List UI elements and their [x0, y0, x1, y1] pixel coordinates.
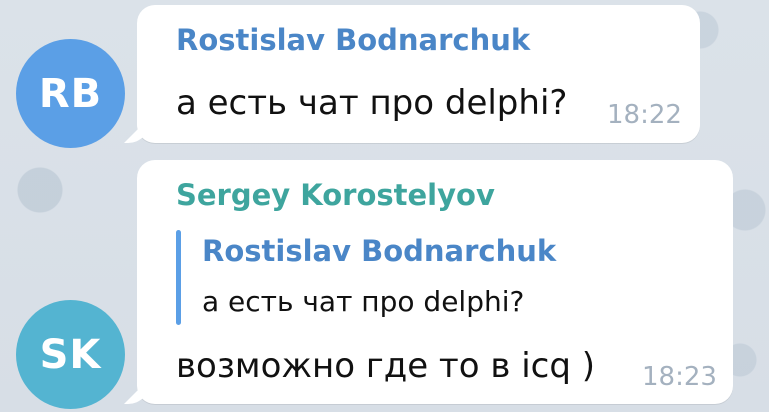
message-bubble[interactable]: Rostislav Bodnarchuk а есть чат про delp… — [137, 5, 700, 143]
message-text: возможно где то в icq ) — [176, 346, 595, 386]
avatar-rostislav-bodnarchuk[interactable]: RB — [16, 39, 125, 148]
message-text: а есть чат про delphi? — [176, 83, 568, 123]
message-sender[interactable]: Rostislav Bodnarchuk — [176, 23, 530, 57]
message-time: 18:23 — [642, 362, 717, 392]
message-time: 18:22 — [607, 100, 682, 130]
avatar-initials: RB — [38, 70, 103, 117]
reply-text: а есть чат про delphi? — [202, 285, 525, 318]
reply-accent-bar — [176, 230, 181, 325]
message-sender[interactable]: Sergey Korostelyov — [176, 178, 495, 212]
avatar-initials: SK — [39, 331, 102, 378]
message-bubble[interactable]: Sergey Korostelyov Rostislav Bodnarchuk … — [137, 160, 733, 404]
quoted-reply[interactable]: Rostislav Bodnarchuk а есть чат про delp… — [176, 230, 586, 325]
avatar-sergey-korostelyov[interactable]: SK — [16, 300, 125, 409]
reply-sender[interactable]: Rostislav Bodnarchuk — [202, 234, 556, 268]
